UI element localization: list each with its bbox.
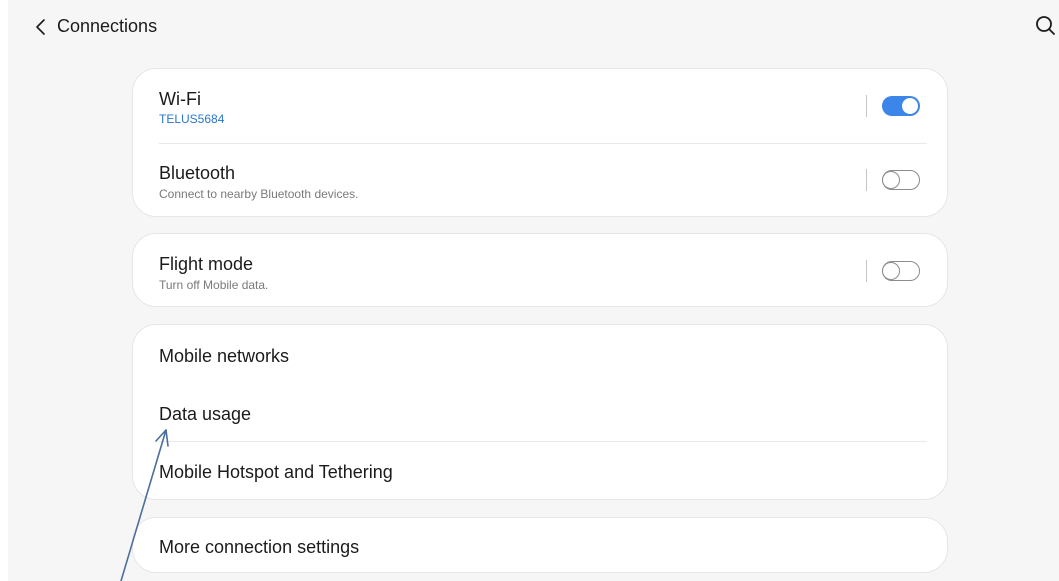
row-flight-mode[interactable]: Flight mode Turn off Mobile data. — [133, 234, 947, 306]
card-flight-mode: Flight mode Turn off Mobile data. — [132, 233, 948, 307]
wifi-network-name: TELUS5684 — [159, 112, 225, 126]
row-title: Flight mode — [159, 254, 254, 274]
row-mobile-hotspot[interactable]: Mobile Hotspot and Tethering — [133, 442, 947, 499]
card-wireless: Wi-Fi TELUS5684 Bluetooth Connect to nea… — [132, 68, 948, 217]
row-mobile-networks[interactable]: Mobile networks — [133, 325, 947, 383]
row-title: More connection settings — [159, 537, 360, 557]
toggle-knob — [901, 97, 919, 115]
row-title: Data usage — [159, 404, 252, 424]
app-bar: Connections — [8, 0, 1059, 54]
toggle-knob — [881, 262, 900, 280]
row-title: Wi-Fi — [159, 89, 201, 109]
row-more-connection-settings[interactable]: More connection settings — [133, 518, 947, 572]
card-more: More connection settings — [132, 517, 948, 573]
flight-mode-toggle[interactable] — [881, 261, 920, 281]
card-mobile: Mobile networks Data usage Mobile Hotspo… — [132, 324, 948, 500]
row-wifi[interactable]: Wi-Fi TELUS5684 — [133, 69, 947, 143]
left-edge-strip — [0, 0, 8, 581]
back-button[interactable] — [28, 14, 54, 40]
row-title: Bluetooth — [159, 163, 236, 183]
row-title: Mobile networks — [159, 346, 290, 366]
vertical-separator — [866, 169, 867, 191]
wifi-toggle[interactable] — [882, 96, 920, 116]
search-button[interactable] — [1033, 13, 1057, 39]
search-icon — [1036, 16, 1055, 35]
bluetooth-toggle[interactable] — [881, 170, 920, 190]
row-bluetooth[interactable]: Bluetooth Connect to nearby Bluetooth de… — [133, 144, 947, 216]
vertical-separator — [866, 260, 867, 282]
row-subtitle: Connect to nearby Bluetooth devices. — [159, 187, 359, 201]
row-data-usage[interactable]: Data usage — [133, 383, 947, 441]
chevron-left-icon — [36, 19, 45, 35]
row-subtitle: Turn off Mobile data. — [159, 278, 269, 292]
toggle-knob — [881, 171, 900, 189]
page-title: Connections — [57, 16, 158, 36]
row-title: Mobile Hotspot and Tethering — [159, 462, 393, 482]
vertical-separator — [866, 95, 867, 117]
